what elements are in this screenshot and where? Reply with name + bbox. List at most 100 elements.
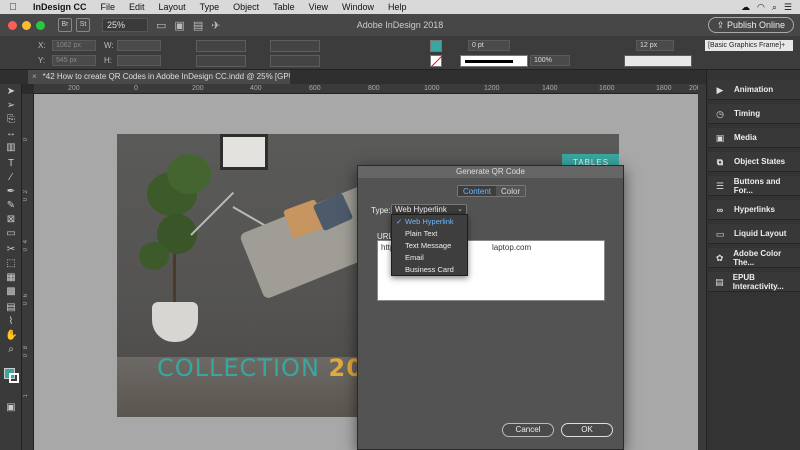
panel-object-states[interactable]: ⧉ Object States	[708, 152, 800, 172]
hand-tool-icon[interactable]: ✋	[5, 330, 17, 342]
indesign-window:  InDesign CC File Edit Layout Type Obje…	[0, 0, 800, 450]
rectangle-frame-tool-icon[interactable]: ⊠	[5, 214, 17, 226]
eyedropper-tool-icon[interactable]: ⌇	[5, 316, 17, 328]
option-text-message[interactable]: Text Message	[392, 240, 467, 252]
paper-plane-icon[interactable]: ✈	[211, 19, 220, 32]
publish-online-button[interactable]: ⇪ Publish Online	[707, 17, 794, 33]
panel-liquid-layout[interactable]: ▭ Liquid Layout	[708, 224, 800, 244]
media-icon: ▣	[715, 132, 725, 143]
close-tab-icon[interactable]: ×	[32, 72, 37, 81]
wifi-icon[interactable]: ◠	[757, 2, 765, 13]
apple-icon[interactable]: 	[0, 2, 26, 13]
generate-qr-dialog: Generate QR Code Content Color Type: Web…	[357, 165, 624, 450]
view-options-icon[interactable]: ▭	[156, 19, 166, 32]
x-field[interactable]: 1062 px	[52, 40, 96, 51]
menu-window[interactable]: Window	[335, 2, 381, 12]
arrange-icon[interactable]: ▤	[193, 19, 203, 32]
menu-object[interactable]: Object	[226, 2, 266, 12]
ruler-tick: 1000	[424, 85, 440, 92]
search-icon[interactable]: ⌕	[772, 2, 777, 13]
cloud-icon[interactable]: ☁	[741, 2, 750, 13]
type-tool-icon[interactable]: T	[5, 158, 17, 170]
selection-tool-icon[interactable]: ➤	[5, 86, 17, 98]
zoom-window-icon[interactable]	[36, 20, 45, 30]
content-collector-icon[interactable]: ▥	[5, 142, 17, 154]
panel-animation[interactable]: ▶ Animation	[708, 80, 800, 100]
gradient-swatch-tool-icon[interactable]: ▦	[5, 272, 17, 284]
corner-field[interactable]	[624, 55, 692, 67]
menu-edit[interactable]: Edit	[122, 2, 152, 12]
option-web-hyperlink[interactable]: ✓ Web Hyperlink	[392, 216, 467, 228]
page-tool-icon[interactable]: ⎘	[5, 114, 17, 126]
gap-tool-icon[interactable]: ↔	[5, 128, 17, 140]
menu-help[interactable]: Help	[381, 2, 414, 12]
panel-media[interactable]: ▣ Media	[708, 128, 800, 148]
panel-adobe-color[interactable]: ✿ Adobe Color The...	[708, 248, 800, 268]
fill-swatch[interactable]	[430, 40, 442, 52]
panel-label: Timing	[734, 109, 761, 118]
menu-view[interactable]: View	[302, 2, 335, 12]
panel-buttons-forms[interactable]: ☰ Buttons and For...	[708, 176, 800, 196]
note-tool-icon[interactable]: ▤	[5, 302, 17, 314]
h-field[interactable]	[117, 55, 161, 66]
pen-tool-icon[interactable]: ✒	[5, 186, 17, 198]
menu-type[interactable]: Type	[193, 2, 227, 12]
app-bar: Br St 25% ▭ ▣ ▤ ✈ Adobe InDesign 2018 ⇪ …	[0, 14, 800, 36]
panel-epub[interactable]: ▤ EPUB Interactivity...	[708, 272, 800, 292]
minimize-window-icon[interactable]	[22, 20, 31, 30]
menu-layout[interactable]: Layout	[152, 2, 193, 12]
panel-label: Animation	[734, 85, 774, 94]
rotate-field[interactable]	[270, 40, 320, 52]
object-style-select[interactable]: [Basic Graphics Frame]+	[705, 40, 793, 51]
direct-selection-tool-icon[interactable]: ➢	[5, 100, 17, 112]
stroke-type-select[interactable]	[460, 55, 528, 67]
close-window-icon[interactable]	[8, 20, 17, 30]
rectangle-tool-icon[interactable]: ▭	[5, 228, 17, 240]
bridge-icon[interactable]: Br	[58, 18, 72, 32]
size-field[interactable]: 12 px	[636, 40, 674, 51]
stroke-color-icon[interactable]	[9, 373, 19, 383]
shear-field[interactable]	[270, 55, 320, 67]
vertical-scrollbar[interactable]	[698, 84, 706, 450]
scale-y-field[interactable]	[196, 55, 246, 67]
option-email[interactable]: Email	[392, 252, 467, 264]
ok-button[interactable]: OK	[561, 423, 613, 437]
type-label: Type:	[371, 206, 391, 215]
scale-x-field[interactable]	[196, 40, 246, 52]
ruler-tick: 200	[192, 85, 204, 92]
y-field[interactable]: 545 px	[52, 55, 96, 66]
ruler-tick: 600	[309, 85, 321, 92]
stroke-swatch[interactable]	[430, 55, 442, 67]
vertical-ruler: 0 2 0 4 0 6 0 8 0 1	[22, 94, 34, 450]
free-transform-tool-icon[interactable]: ⬚	[5, 258, 17, 270]
list-icon[interactable]: ☰	[784, 2, 792, 13]
document-tab[interactable]: × *42 How to create QR Codes in Adobe InD…	[28, 70, 290, 84]
pencil-tool-icon[interactable]: ✎	[5, 200, 17, 212]
ruler-tick: 0	[23, 248, 29, 252]
scissors-tool-icon[interactable]: ✂	[5, 244, 17, 256]
panel-timing[interactable]: ◷ Timing	[708, 104, 800, 124]
panel-hyperlinks[interactable]: ∞ Hyperlinks	[708, 200, 800, 220]
zoom-tool-icon[interactable]: ⌕	[5, 344, 17, 356]
ruler-tick: 0	[23, 354, 29, 358]
line-tool-icon[interactable]: ⁄	[5, 172, 17, 184]
stroke-weight-field[interactable]: 0 pt	[468, 40, 510, 51]
zoom-select[interactable]: 25%	[102, 18, 148, 32]
option-business-card[interactable]: Business Card	[392, 264, 467, 276]
control-panel: X: 1062 px Y: 545 px W: H: 0 pt 100% 12 …	[0, 36, 800, 70]
ruler-tick: 1400	[542, 85, 558, 92]
gradient-feather-tool-icon[interactable]: ▩	[5, 286, 17, 298]
menu-table[interactable]: Table	[266, 2, 302, 12]
tab-color[interactable]: Color	[496, 186, 525, 196]
menu-file[interactable]: File	[94, 2, 123, 12]
ruler-tick: 4	[23, 240, 29, 244]
screen-mode-tool-icon[interactable]: ▣	[5, 402, 17, 414]
screen-mode-icon[interactable]: ▣	[174, 19, 184, 32]
stock-icon[interactable]: St	[76, 18, 90, 32]
menu-app-name[interactable]: InDesign CC	[26, 2, 94, 12]
option-plain-text[interactable]: Plain Text	[392, 228, 467, 240]
w-field[interactable]	[117, 40, 161, 51]
cancel-button[interactable]: Cancel	[502, 423, 554, 437]
tab-content[interactable]: Content	[458, 186, 497, 196]
opacity-field[interactable]: 100%	[530, 55, 570, 66]
